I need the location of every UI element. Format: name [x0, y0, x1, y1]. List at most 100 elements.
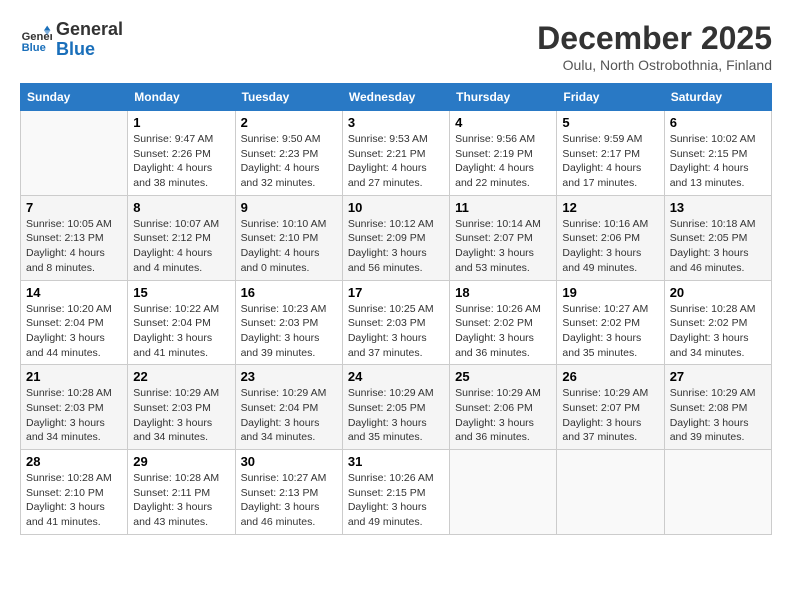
calendar-cell [664, 450, 771, 535]
day-info: Sunrise: 10:10 AMSunset: 2:10 PMDaylight… [241, 217, 337, 276]
calendar-cell: 6Sunrise: 10:02 AMSunset: 2:15 PMDayligh… [664, 111, 771, 196]
day-info: Sunrise: 10:14 AMSunset: 2:07 PMDaylight… [455, 217, 551, 276]
day-info: Sunrise: 9:59 AMSunset: 2:17 PMDaylight:… [562, 132, 658, 191]
day-number: 1 [133, 115, 229, 130]
weekday-header-wednesday: Wednesday [342, 84, 449, 111]
day-number: 11 [455, 200, 551, 215]
calendar-week-row: 1 Sunrise: 9:47 AMSunset: 2:26 PMDaylight… [21, 111, 772, 196]
calendar-week-row: 14 Sunrise: 10:20 AMSunset: 2:04 PMDaylig… [21, 280, 772, 365]
logo-icon: General Blue [20, 24, 52, 56]
day-number: 28 [26, 454, 122, 469]
day-number: 7 [26, 200, 122, 215]
calendar-header-row: SundayMondayTuesdayWednesdayThursdayFrid… [21, 84, 772, 111]
day-info: Sunrise: 10:29 AMSunset: 2:04 PMDaylight… [241, 386, 337, 445]
weekday-header-friday: Friday [557, 84, 664, 111]
calendar-cell: 13 Sunrise: 10:18 AMSunset: 2:05 PMDaylig… [664, 195, 771, 280]
calendar-cell [557, 450, 664, 535]
day-number: 10 [348, 200, 444, 215]
calendar-week-row: 28Sunrise: 10:28 AMSunset: 2:10 PMDaylig… [21, 450, 772, 535]
calendar-cell: 24 Sunrise: 10:29 AMSunset: 2:05 PMDaylig… [342, 365, 449, 450]
day-info: Sunrise: 10:29 AMSunset: 2:07 PMDaylight… [562, 386, 658, 445]
calendar-cell: 12 Sunrise: 10:16 AMSunset: 2:06 PMDaylig… [557, 195, 664, 280]
calendar-cell: 1 Sunrise: 9:47 AMSunset: 2:26 PMDaylight… [128, 111, 235, 196]
day-number: 9 [241, 200, 337, 215]
calendar-cell: 28Sunrise: 10:28 AMSunset: 2:10 PMDaylig… [21, 450, 128, 535]
day-info: Sunrise: 10:18 AMSunset: 2:05 PMDaylight… [670, 217, 766, 276]
day-number: 22 [133, 369, 229, 384]
day-info: Sunrise: 10:28 AMSunset: 2:02 PMDaylight… [670, 302, 766, 361]
day-number: 30 [241, 454, 337, 469]
day-info: Sunrise: 10:26 AMSunset: 2:02 PMDaylight… [455, 302, 551, 361]
logo: General Blue General Blue [20, 20, 123, 60]
weekday-header-tuesday: Tuesday [235, 84, 342, 111]
day-info: Sunrise: 10:20 AMSunset: 2:04 PMDaylight… [26, 302, 122, 361]
day-info: Sunrise: 9:50 AMSunset: 2:23 PMDaylight:… [241, 132, 337, 191]
title-block: December 2025 Oulu, North Ostrobothnia, … [537, 20, 772, 73]
day-info: Sunrise: 9:56 AMSunset: 2:19 PMDaylight:… [455, 132, 551, 191]
day-info: Sunrise: 10:05 AMSunset: 2:13 PMDaylight… [26, 217, 122, 276]
day-number: 19 [562, 285, 658, 300]
day-number: 6 [670, 115, 766, 130]
day-number: 26 [562, 369, 658, 384]
day-info: Sunrise: 10:29 AMSunset: 2:05 PMDaylight… [348, 386, 444, 445]
calendar-cell: 5Sunrise: 9:59 AMSunset: 2:17 PMDaylight… [557, 111, 664, 196]
calendar-cell: 15Sunrise: 10:22 AMSunset: 2:04 PMDaylig… [128, 280, 235, 365]
day-number: 23 [241, 369, 337, 384]
calendar-cell [21, 111, 128, 196]
day-number: 2 [241, 115, 337, 130]
calendar-cell: 20 Sunrise: 10:28 AMSunset: 2:02 PMDaylig… [664, 280, 771, 365]
calendar-cell: 4 Sunrise: 9:56 AMSunset: 2:19 PMDaylight… [450, 111, 557, 196]
calendar-cell: 7 Sunrise: 10:05 AMSunset: 2:13 PMDayligh… [21, 195, 128, 280]
calendar-cell: 21Sunrise: 10:28 AMSunset: 2:03 PMDaylig… [21, 365, 128, 450]
day-info: Sunrise: 9:53 AMSunset: 2:21 PMDaylight:… [348, 132, 444, 191]
day-number: 14 [26, 285, 122, 300]
day-number: 8 [133, 200, 229, 215]
day-number: 31 [348, 454, 444, 469]
calendar-cell: 10 Sunrise: 10:12 AMSunset: 2:09 PMDaylig… [342, 195, 449, 280]
calendar-cell: 26 Sunrise: 10:29 AMSunset: 2:07 PMDaylig… [557, 365, 664, 450]
day-info: Sunrise: 10:26 AMSunset: 2:15 PMDaylight… [348, 471, 444, 530]
day-info: Sunrise: 10:16 AMSunset: 2:06 PMDaylight… [562, 217, 658, 276]
day-info: Sunrise: 10:29 AMSunset: 2:03 PMDaylight… [133, 386, 229, 445]
day-number: 18 [455, 285, 551, 300]
day-info: Sunrise: 10:29 AMSunset: 2:08 PMDaylight… [670, 386, 766, 445]
day-number: 12 [562, 200, 658, 215]
day-info: Sunrise: 10:12 AMSunset: 2:09 PMDaylight… [348, 217, 444, 276]
calendar-table: SundayMondayTuesdayWednesdayThursdayFrid… [20, 83, 772, 535]
day-info: Sunrise: 9:47 AMSunset: 2:26 PMDaylight:… [133, 132, 229, 191]
day-number: 4 [455, 115, 551, 130]
day-number: 13 [670, 200, 766, 215]
day-info: Sunrise: 10:27 AMSunset: 2:02 PMDaylight… [562, 302, 658, 361]
day-number: 3 [348, 115, 444, 130]
calendar-cell: 29Sunrise: 10:28 AMSunset: 2:11 PMDaylig… [128, 450, 235, 535]
calendar-cell: 30 Sunrise: 10:27 AMSunset: 2:13 PMDaylig… [235, 450, 342, 535]
day-number: 25 [455, 369, 551, 384]
calendar-cell: 11 Sunrise: 10:14 AMSunset: 2:07 PMDaylig… [450, 195, 557, 280]
calendar-cell [450, 450, 557, 535]
calendar-cell: 27Sunrise: 10:29 AMSunset: 2:08 PMDaylig… [664, 365, 771, 450]
calendar-cell: 17 Sunrise: 10:25 AMSunset: 2:03 PMDaylig… [342, 280, 449, 365]
day-info: Sunrise: 10:29 AMSunset: 2:06 PMDaylight… [455, 386, 551, 445]
svg-text:Blue: Blue [22, 42, 46, 54]
calendar-cell: 31 Sunrise: 10:26 AMSunset: 2:15 PMDaylig… [342, 450, 449, 535]
weekday-header-saturday: Saturday [664, 84, 771, 111]
month-title: December 2025 [537, 20, 772, 57]
logo-text: General Blue [56, 20, 123, 60]
calendar-cell: 22 Sunrise: 10:29 AMSunset: 2:03 PMDaylig… [128, 365, 235, 450]
day-info: Sunrise: 10:28 AMSunset: 2:11 PMDaylight… [133, 471, 229, 530]
weekday-header-sunday: Sunday [21, 84, 128, 111]
calendar-cell: 16Sunrise: 10:23 AMSunset: 2:03 PMDaylig… [235, 280, 342, 365]
calendar-cell: 14 Sunrise: 10:20 AMSunset: 2:04 PMDaylig… [21, 280, 128, 365]
calendar-cell: 9 Sunrise: 10:10 AMSunset: 2:10 PMDayligh… [235, 195, 342, 280]
day-number: 20 [670, 285, 766, 300]
day-number: 24 [348, 369, 444, 384]
calendar-cell: 23 Sunrise: 10:29 AMSunset: 2:04 PMDaylig… [235, 365, 342, 450]
day-number: 15 [133, 285, 229, 300]
day-info: Sunrise: 10:07 AMSunset: 2:12 PMDaylight… [133, 217, 229, 276]
calendar-cell: 2 Sunrise: 9:50 AMSunset: 2:23 PMDaylight… [235, 111, 342, 196]
weekday-header-monday: Monday [128, 84, 235, 111]
day-number: 17 [348, 285, 444, 300]
day-info: Sunrise: 10:27 AMSunset: 2:13 PMDaylight… [241, 471, 337, 530]
day-info: Sunrise: 10:25 AMSunset: 2:03 PMDaylight… [348, 302, 444, 361]
day-number: 16 [241, 285, 337, 300]
